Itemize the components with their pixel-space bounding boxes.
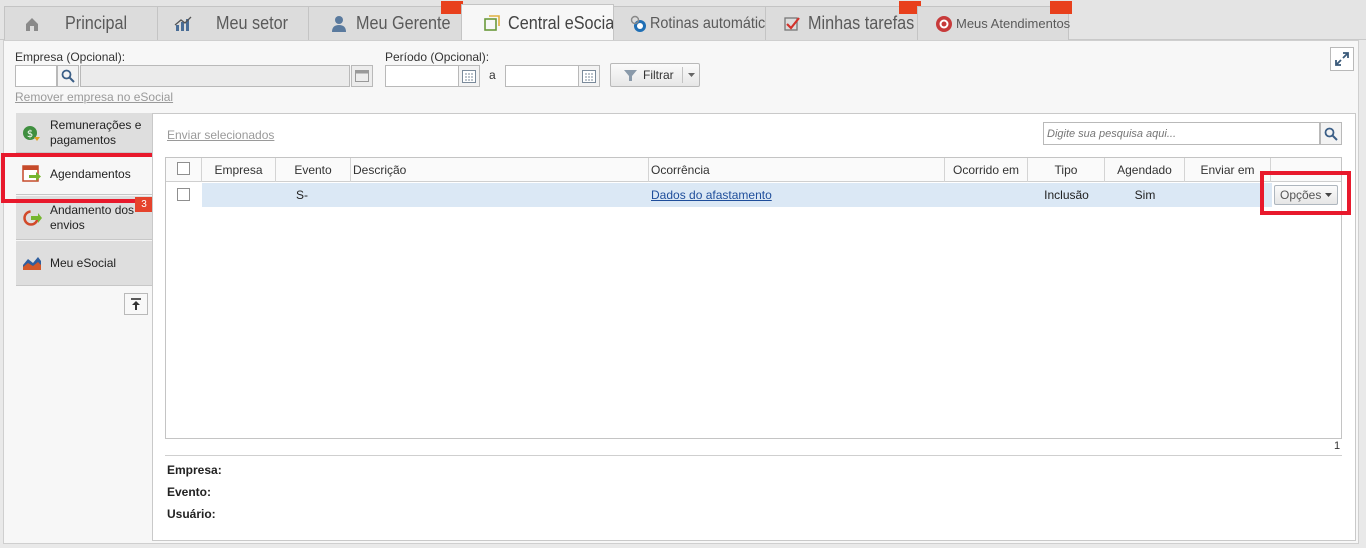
expand-button[interactable] (1330, 47, 1354, 71)
schedule-table: Empresa Evento Descrição Ocorrência Ocor… (165, 157, 1351, 439)
expand-icon (1335, 52, 1349, 66)
tab-central-esocial[interactable]: Central eSocial (461, 4, 618, 41)
page-number: 1 (1334, 440, 1341, 452)
calendar-icon (582, 70, 596, 83)
arrow-up-icon (131, 298, 141, 310)
sidebar-item-label: Meu eSocial (50, 255, 117, 270)
column-header[interactable]: Evento (276, 158, 351, 182)
checkbox-icon (784, 15, 800, 33)
main-panel: Empresa (Opcional): Remover empresa no e… (1, 40, 1359, 544)
person-icon (331, 15, 348, 33)
remove-empresa-link[interactable]: Remover empresa no eSocial (15, 90, 173, 104)
empresa-label: Empresa (Opcional): (15, 50, 126, 64)
tab-rotinas-automaticas[interactable]: Rotinas automáticas (613, 6, 780, 40)
sidebar-item-meu-esocial[interactable]: Meu eSocial (16, 241, 152, 286)
support-icon (935, 15, 953, 33)
tab-meu-setor[interactable]: Meu setor (157, 6, 309, 40)
tab-label: Rotinas automáticas (650, 14, 781, 32)
tab-label: Central eSocial (508, 12, 618, 33)
highlight-agendamentos (1, 153, 161, 203)
home-icon (23, 15, 41, 33)
chart-icon (174, 15, 192, 33)
filter-button-label: Filtrar (643, 68, 674, 82)
filter-button[interactable]: Filtrar (610, 63, 700, 87)
column-header[interactable]: Empresa (202, 158, 276, 182)
area-chart-icon (23, 257, 41, 270)
column-header[interactable]: Tipo (1028, 158, 1105, 182)
column-header[interactable]: Agendado (1105, 158, 1185, 182)
periodo-separator: a (489, 68, 496, 82)
tab-minhas-tarefas[interactable]: Minhas tarefas (765, 1, 921, 40)
tab-bar: Principal Meu setor Meu Gerente Central … (0, 0, 1366, 41)
search-input[interactable] (1043, 122, 1320, 145)
empresa-code-input[interactable] (15, 65, 57, 87)
funnel-icon (624, 69, 637, 81)
periodo-start-input[interactable] (385, 65, 459, 87)
periodo-end-calendar-button[interactable] (578, 65, 600, 87)
column-header[interactable]: Ocorrência (649, 158, 945, 182)
tab-label: Meus Atendimentos (956, 16, 1071, 31)
search-icon (61, 69, 75, 83)
periodo-end-input[interactable] (505, 65, 579, 87)
column-header[interactable]: Descrição (351, 158, 649, 182)
calendar-icon (462, 70, 476, 83)
tab-label: Minhas tarefas (808, 13, 915, 33)
tab-label: Principal (65, 13, 128, 33)
tab-meus-atendimentos[interactable]: Meus Atendimentos (917, 1, 1072, 40)
sidebar-item-label: Remunerações e pagamentos (50, 117, 142, 147)
cell-evento: S- (296, 188, 308, 202)
row-checkbox[interactable] (177, 188, 190, 201)
cell-agendado: Sim (1134, 188, 1156, 202)
refresh-arrow-icon (23, 209, 42, 226)
empresa-search-button[interactable] (57, 65, 79, 87)
esocial-icon (484, 14, 500, 32)
sidebar-item-label: Andamento dos envios (50, 202, 135, 232)
content-area: Enviar selecionados Empresa Evento Descr… (152, 113, 1356, 541)
cell-ocorrencia-link[interactable]: Dados do afastamento (651, 183, 772, 207)
highlight-options (1260, 171, 1351, 215)
select-all-checkbox[interactable] (177, 162, 190, 175)
search-icon (1324, 127, 1338, 141)
empresa-list-button[interactable] (351, 65, 373, 87)
table-header: Empresa Evento Descrição Ocorrência Ocor… (166, 158, 1341, 182)
detail-usuario-label: Usuário: (167, 507, 216, 521)
periodo-label: Período (Opcional): (385, 50, 490, 64)
detail-empresa-label: Empresa: (167, 463, 222, 477)
tab-principal[interactable]: Principal (4, 6, 158, 40)
column-header[interactable]: Ocorrido em (945, 158, 1028, 182)
chevron-down-icon[interactable] (688, 73, 695, 78)
search-button[interactable] (1320, 122, 1342, 145)
tab-meu-gerente[interactable]: Meu Gerente (308, 1, 463, 40)
svg-text:$: $ (27, 129, 33, 140)
empresa-name-field (80, 65, 350, 87)
table-icon (355, 70, 369, 82)
tab-label: Meu setor (216, 13, 289, 33)
tab-marker (1050, 1, 1072, 14)
periodo-start-calendar-button[interactable] (458, 65, 480, 87)
tab-label: Meu Gerente (355, 13, 451, 33)
scroll-top-button[interactable] (124, 293, 148, 315)
tab-marker (441, 1, 463, 14)
send-selected-link[interactable]: Enviar selecionados (167, 128, 274, 142)
agendamentos-badge: 3 (135, 197, 153, 212)
detail-evento-label: Evento: (167, 485, 212, 499)
column-header[interactable]: Enviar em (1185, 158, 1271, 182)
clock-gear-icon (630, 15, 648, 33)
money-icon: $ (23, 125, 40, 141)
sidebar-item-remuneracoes[interactable]: $ Remunerações e pagamentos (16, 113, 152, 153)
cell-tipo: Inclusão (1044, 188, 1089, 202)
